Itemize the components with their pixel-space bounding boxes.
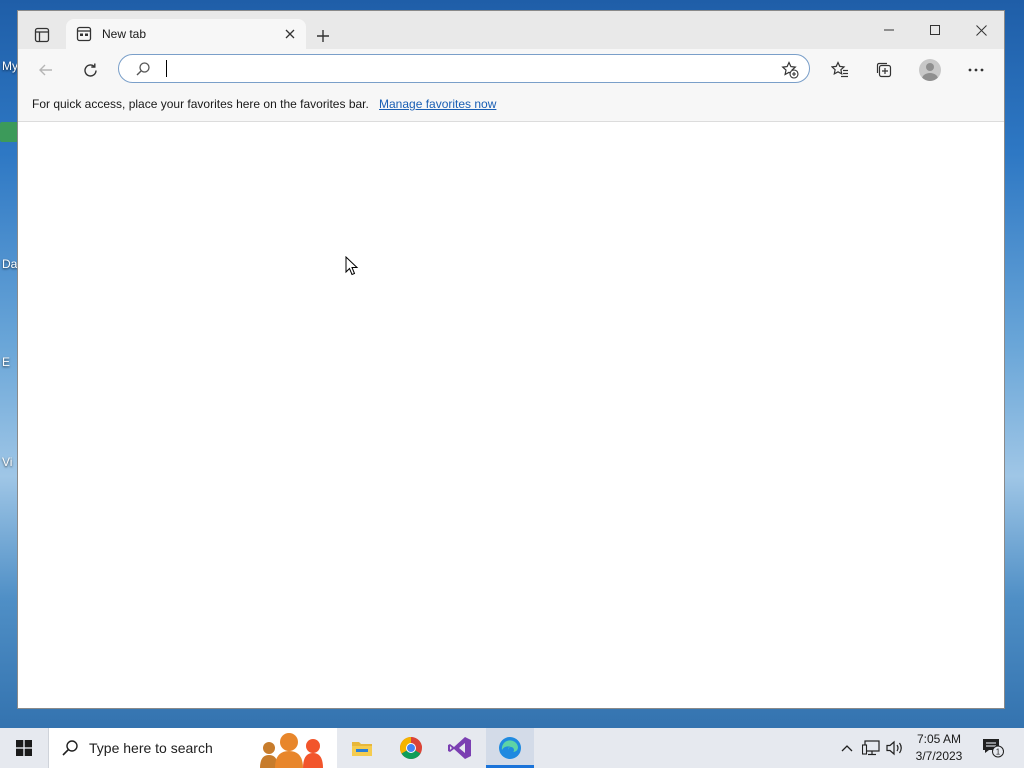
plus-icon <box>317 30 329 42</box>
favorites-icon <box>831 61 848 78</box>
collections-button[interactable] <box>868 54 900 86</box>
taskbar-search-box[interactable]: Type here to search <box>48 728 337 768</box>
tab-title: New tab <box>102 27 147 41</box>
tab-new-tab[interactable]: New tab <box>66 19 306 49</box>
desktop-icon-label[interactable]: Da <box>2 257 17 271</box>
taskbar-clock[interactable]: 7:05 AM 3/7/2023 <box>908 731 970 765</box>
search-icon <box>136 62 150 76</box>
taskbar: Type here to search 7:05 AM 3/7/2023 1 <box>0 728 1024 768</box>
file-explorer-icon <box>352 742 372 756</box>
desktop-app-icon[interactable] <box>0 122 18 142</box>
taskbar-search-placeholder: Type here to search <box>89 740 213 756</box>
taskbar-edge[interactable] <box>486 728 534 768</box>
visual-studio-icon <box>448 737 471 759</box>
add-favorite-icon[interactable] <box>781 61 799 79</box>
refresh-button[interactable] <box>74 54 106 86</box>
browser-window: New tab For quick access, place your fav… <box>18 11 1004 708</box>
favorites-bar: For quick access, place your favorites h… <box>18 89 1004 122</box>
taskbar-chrome[interactable] <box>387 728 435 768</box>
edge-icon <box>499 737 521 759</box>
search-icon <box>62 740 78 756</box>
manage-favorites-link[interactable]: Manage favorites now <box>379 97 496 111</box>
profile-button[interactable] <box>914 54 946 86</box>
network-button[interactable] <box>860 728 882 768</box>
tab-actions-button[interactable] <box>26 22 58 48</box>
more-icon <box>968 68 984 72</box>
address-input[interactable] <box>165 58 769 80</box>
clock-time: 7:05 AM <box>916 732 962 746</box>
desktop-icon-label[interactable]: E <box>2 355 10 369</box>
minimize-button[interactable] <box>866 11 912 49</box>
notification-icon: 1 <box>983 739 1004 758</box>
browser-titlebar: New tab <box>18 11 1004 49</box>
volume-button[interactable] <box>884 728 906 768</box>
notification-center-button[interactable]: 1 <box>978 728 1008 768</box>
new-tab-page-icon <box>76 26 92 42</box>
network-icon <box>862 740 880 756</box>
more-options-button[interactable] <box>960 54 992 86</box>
speaker-icon <box>886 740 902 756</box>
taskbar-visual-studio[interactable] <box>436 728 484 768</box>
clock-date: 3/7/2023 <box>915 749 963 763</box>
mouse-cursor-icon <box>345 256 359 276</box>
notification-count: 1 <box>996 748 1001 757</box>
chrome-icon <box>400 737 422 759</box>
text-caret <box>166 60 167 77</box>
favorites-bar-message: For quick access, place your favorites h… <box>32 97 369 111</box>
back-arrow-icon <box>39 64 52 76</box>
show-hidden-icons-button[interactable] <box>838 728 856 768</box>
collections-icon <box>876 62 892 78</box>
browser-toolbar <box>18 49 1004 89</box>
close-icon <box>285 29 295 39</box>
address-bar[interactable] <box>118 54 810 83</box>
page-content[interactable] <box>18 122 1004 708</box>
profile-icon <box>919 59 941 81</box>
search-highlight-people-icon <box>260 733 323 768</box>
desktop-icon-label[interactable]: My <box>2 59 18 73</box>
tab-close-button[interactable] <box>280 24 300 44</box>
maximize-button[interactable] <box>912 11 958 49</box>
windows-logo-icon <box>16 740 32 756</box>
desktop-icon-label[interactable]: Vi <box>2 455 12 469</box>
close-window-button[interactable] <box>958 11 1004 49</box>
maximize-icon <box>930 25 940 35</box>
back-button[interactable] <box>30 54 62 86</box>
new-tab-button[interactable] <box>310 23 336 49</box>
refresh-icon <box>83 63 97 77</box>
taskbar-file-explorer[interactable] <box>338 728 386 768</box>
close-icon <box>975 24 987 36</box>
start-button[interactable] <box>0 728 48 768</box>
tab-actions-icon <box>34 27 50 43</box>
favorites-button[interactable] <box>824 54 856 86</box>
minimize-icon <box>884 29 894 31</box>
chevron-up-icon <box>841 745 853 752</box>
